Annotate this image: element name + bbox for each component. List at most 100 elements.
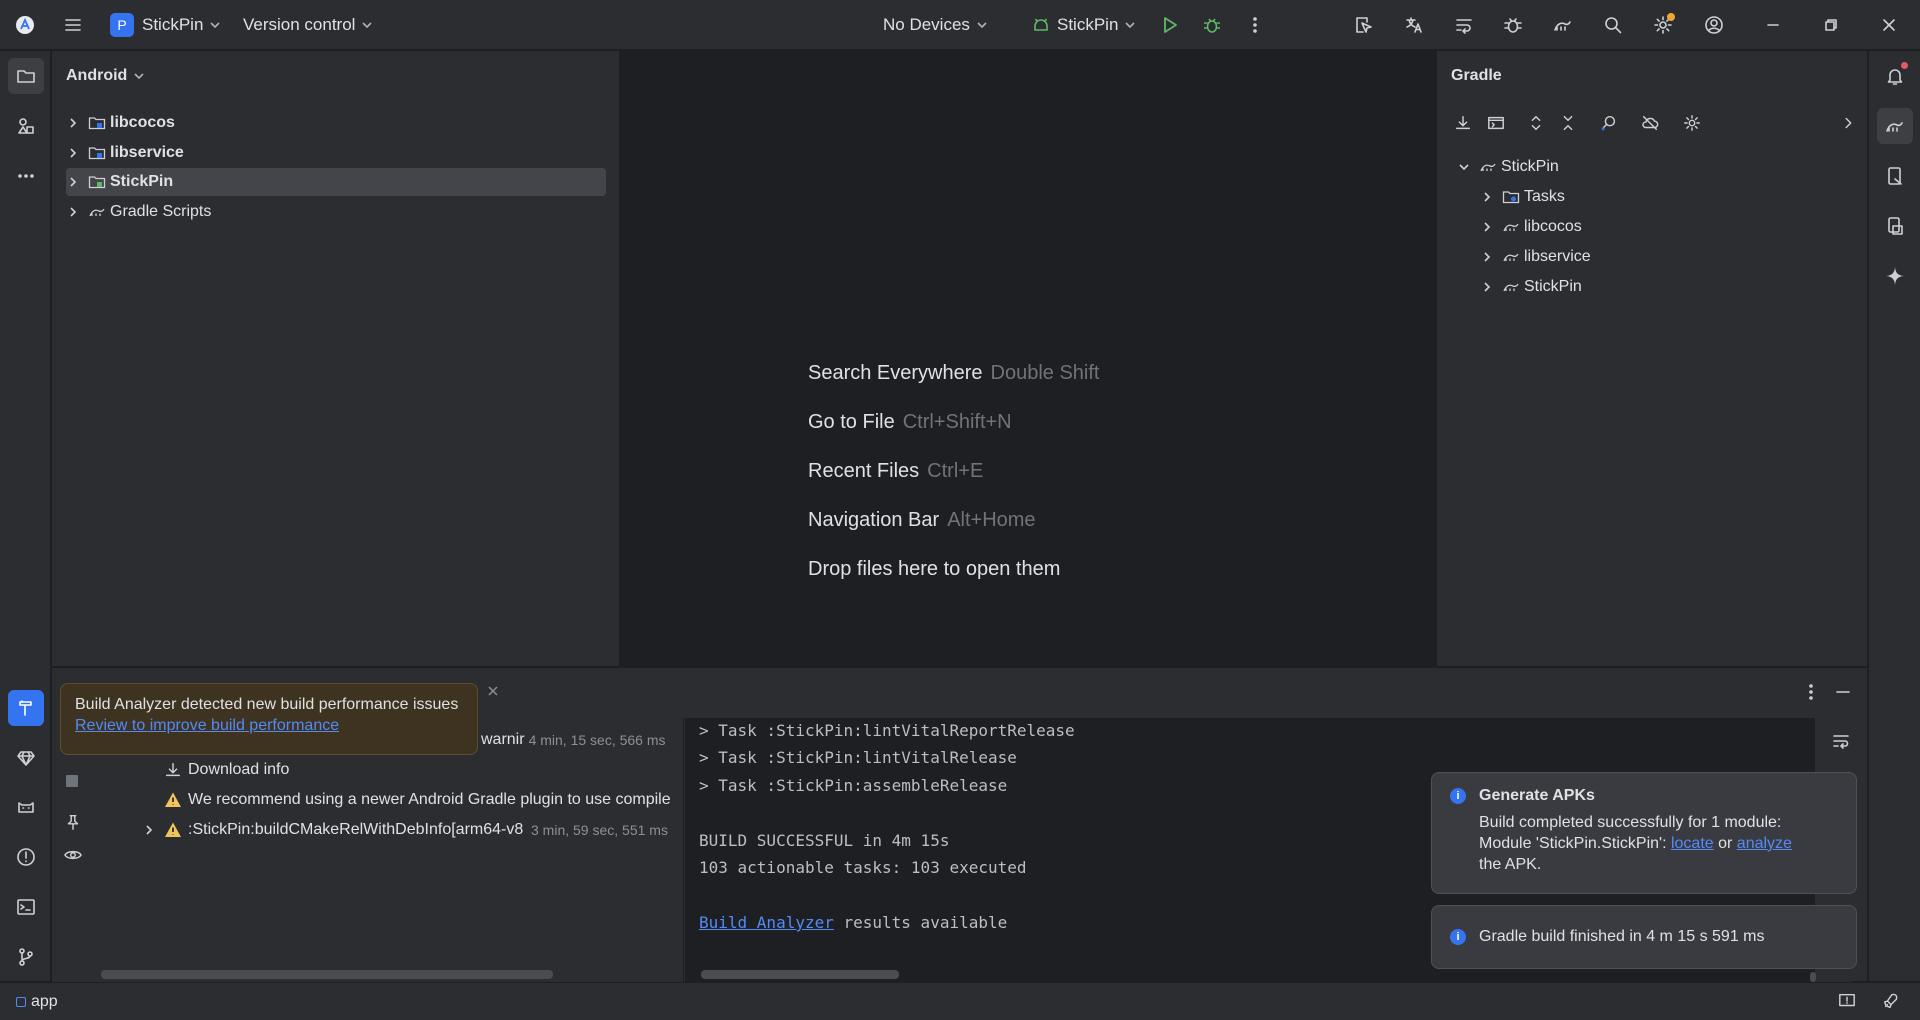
- tree-item-stickpin[interactable]: StickPin: [66, 168, 606, 196]
- build-row-download-info[interactable]: Download info: [164, 756, 289, 784]
- restore-button[interactable]: [1816, 10, 1846, 40]
- build-row-duration: 4 min, 15 sec, 566 ms: [528, 732, 666, 748]
- gradle-node-libservice[interactable]: libservice: [1480, 243, 1591, 271]
- hint-go-to-file[interactable]: Go to File Ctrl+Shift+N: [808, 411, 1012, 434]
- settings-button[interactable]: [1648, 10, 1678, 40]
- apply-changes-icon: [1456, 19, 1472, 34]
- project-selector[interactable]: P StickPin: [110, 0, 221, 50]
- tree-item-libcocos[interactable]: libcocos: [66, 109, 606, 137]
- soft-wrap-icon: [1833, 735, 1849, 749]
- memory-indicator-button[interactable]: [1838, 992, 1856, 1010]
- apply-changes-button[interactable]: [1449, 10, 1479, 40]
- build-row-agp-warning[interactable]: We recommend using a newer Android Gradl…: [164, 786, 671, 814]
- close-build-tab-button[interactable]: [486, 684, 500, 698]
- build-tool-button[interactable]: [8, 690, 44, 726]
- app-logo-icon[interactable]: [10, 10, 40, 40]
- terminal-tool-button[interactable]: [8, 889, 44, 925]
- hint-shortcut: Ctrl+E: [927, 460, 984, 482]
- search-button[interactable]: [1598, 10, 1628, 40]
- console-horizontal-scrollbar[interactable]: [701, 970, 899, 979]
- build-row-cmake-warning[interactable]: :StickPin:buildCMakeRelWithDebInfo[arm64…: [142, 816, 668, 844]
- resource-manager-button[interactable]: [8, 108, 44, 144]
- console-vertical-scrollbar[interactable]: [1810, 972, 1816, 982]
- gradle-sync-button[interactable]: [1548, 10, 1578, 40]
- hint-recent-files[interactable]: Recent Files Ctrl+E: [808, 460, 983, 483]
- view-toggle-button[interactable]: [64, 846, 82, 864]
- gradle-toolbar-overflow-button[interactable]: [1836, 111, 1860, 135]
- chevron-right-icon: [1484, 282, 1491, 292]
- chevron-right-icon: [70, 207, 77, 217]
- gear-icon: [1684, 115, 1700, 131]
- terminal-icon: [17, 899, 35, 915]
- gradle-node-libcocos[interactable]: libcocos: [1480, 213, 1582, 241]
- problems-tool-button[interactable]: [8, 839, 44, 875]
- hint-action: Recent Files: [808, 460, 920, 482]
- account-button[interactable]: [1699, 10, 1729, 40]
- folder-icon: [17, 70, 35, 83]
- download-sources-button[interactable]: [1451, 111, 1475, 135]
- expand-all-button[interactable]: [1524, 111, 1548, 135]
- main-menu-icon[interactable]: [58, 10, 88, 40]
- stop-build-button[interactable]: [64, 773, 80, 789]
- version-control-menu[interactable]: Version control: [243, 0, 373, 50]
- hide-build-panel-button[interactable]: [1833, 682, 1853, 702]
- device-selector[interactable]: No Devices: [883, 0, 988, 50]
- gradle-node-stickpin[interactable]: StickPin: [1480, 273, 1582, 301]
- translate-icon: [1406, 17, 1422, 33]
- gradle-tool-button[interactable]: [1877, 108, 1913, 144]
- run-config-label: StickPin: [1057, 15, 1119, 34]
- chevron-right-icon: [146, 825, 153, 835]
- project-view-selector[interactable]: Android: [66, 67, 145, 85]
- minimize-button[interactable]: [1758, 10, 1788, 40]
- build-settings-button[interactable]: [1680, 111, 1704, 135]
- run-configuration-selector[interactable]: StickPin: [1031, 0, 1136, 50]
- build-tree-horizontal-scrollbar[interactable]: [101, 970, 553, 979]
- device-manager-icon: [1888, 167, 1902, 185]
- gradle-root-stickpin[interactable]: StickPin: [1457, 153, 1559, 181]
- git-tool-button[interactable]: [8, 939, 44, 975]
- gem-icon: [17, 751, 35, 766]
- more-actions-button[interactable]: [1240, 10, 1270, 40]
- collapse-all-button[interactable]: [1556, 111, 1580, 135]
- problems-icon: [17, 848, 35, 866]
- chevron-down-icon: [134, 73, 144, 80]
- more-tools-button[interactable]: [8, 158, 44, 194]
- hint-shortcut: Alt+Home: [947, 509, 1036, 531]
- tree-item-libservice[interactable]: libservice: [66, 139, 606, 167]
- review-build-performance-link[interactable]: Review to improve build performance: [75, 717, 339, 734]
- layout-inspector-button[interactable]: [1349, 10, 1379, 40]
- gradle-elephant-icon: [1886, 122, 1903, 132]
- close-window-button[interactable]: [1874, 10, 1904, 40]
- offline-mode-button[interactable]: [1638, 111, 1662, 135]
- project-tool-button[interactable]: [8, 58, 44, 94]
- module-breadcrumb[interactable]: app: [16, 993, 58, 1011]
- power-save-button[interactable]: [1882, 992, 1900, 1010]
- notifications-tool-button[interactable]: [1877, 58, 1913, 94]
- chevron-right-icon: [70, 148, 77, 158]
- translations-button[interactable]: [1399, 10, 1429, 40]
- gem-tool-button[interactable]: [8, 740, 44, 776]
- locate-apk-link[interactable]: locate: [1671, 835, 1714, 852]
- hint-navigation-bar[interactable]: Navigation Bar Alt+Home: [808, 509, 1036, 532]
- logcat-tool-button[interactable]: [8, 789, 44, 825]
- build-row-summary[interactable]: warnir 4 min, 15 sec, 566 ms: [481, 726, 666, 754]
- pin-tab-button[interactable]: [64, 813, 82, 831]
- execute-task-button[interactable]: [1484, 111, 1508, 135]
- hint-search-everywhere[interactable]: Search Everywhere Double Shift: [808, 362, 1100, 385]
- run-button[interactable]: [1155, 10, 1185, 40]
- analyze-dependencies-button[interactable]: [1597, 111, 1621, 135]
- analyze-apk-link[interactable]: analyze: [1737, 835, 1792, 852]
- build-options-button[interactable]: [1801, 682, 1821, 702]
- attach-debugger-icon: [1504, 18, 1522, 33]
- debug-button[interactable]: [1197, 10, 1227, 40]
- device-manager-tool-button[interactable]: [1877, 158, 1913, 194]
- gradle-node-tasks[interactable]: Tasks: [1480, 183, 1565, 211]
- info-icon: i: [1450, 788, 1466, 804]
- attach-debugger-button[interactable]: [1498, 10, 1528, 40]
- build-analyzer-link[interactable]: Build Analyzer: [699, 913, 834, 932]
- running-devices-tool-button[interactable]: [1877, 208, 1913, 244]
- tree-item-gradle-scripts[interactable]: Gradle Scripts: [66, 198, 606, 226]
- gemini-tool-button[interactable]: [1877, 258, 1913, 294]
- soft-wrap-button[interactable]: [1831, 731, 1851, 751]
- bell-icon: [1887, 69, 1903, 85]
